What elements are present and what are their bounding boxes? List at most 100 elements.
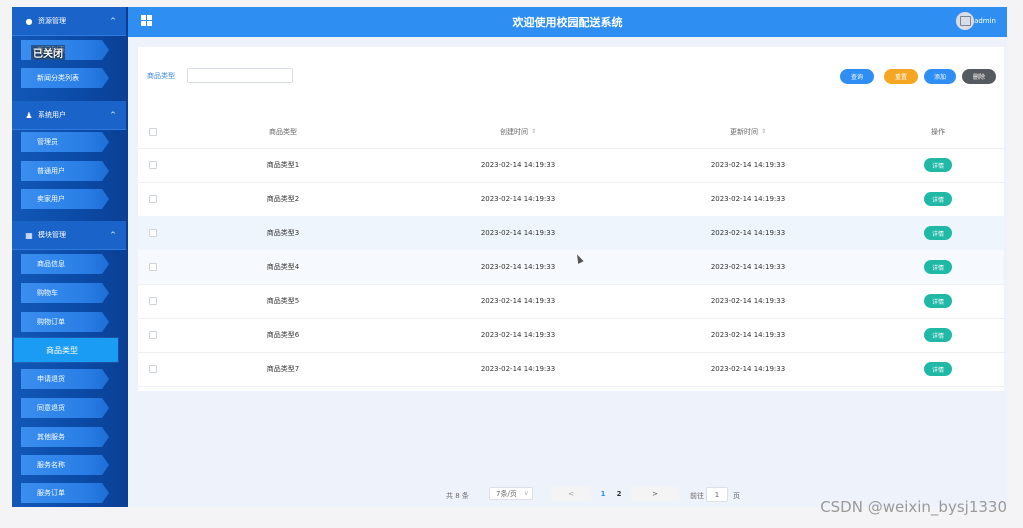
closed-tag: 已关闭 <box>31 45 65 60</box>
row-checkbox[interactable] <box>149 182 157 216</box>
search-button[interactable]: 查询 <box>840 69 874 84</box>
user-name[interactable]: admin <box>974 17 996 25</box>
app-window: ● 资源管理 ^ 新闻列表 已关闭 新闻分类列表 ♟ 系统用户 ^ 管理员 普通… <box>12 7 1007 507</box>
sidebar-group-label: 资源管理 <box>38 17 66 25</box>
sidebar-item-other-service[interactable]: 其他服务 <box>21 427 109 447</box>
cell-created: 2023-02-14 14:19:33 <box>480 365 556 373</box>
sidebar-group-modules[interactable]: ▦ 模块管理 ^ <box>12 221 126 250</box>
avatar[interactable] <box>956 12 974 30</box>
sidebar-item-admin[interactable]: 管理员 <box>21 132 109 152</box>
cell-updated: 2023-02-14 14:19:33 <box>710 195 786 203</box>
watermark: CSDN @weixin_bysj1330 <box>820 498 1007 516</box>
sidebar-item-refund-agree[interactable]: 同意退货 <box>21 398 109 418</box>
cell-type: 商品类型1 <box>266 161 300 169</box>
sidebar-item-product-info[interactable]: 商品信息 <box>21 254 109 274</box>
next-page-button[interactable]: > <box>631 487 679 501</box>
reset-button[interactable]: 重置 <box>884 69 918 84</box>
sidebar-item-news-category[interactable]: 新闻分类列表 <box>21 68 109 88</box>
row-checkbox[interactable] <box>149 148 157 182</box>
cell-created: 2023-02-14 14:19:33 <box>480 297 556 305</box>
table-row[interactable]: 商品类型7 2023-02-14 14:19:33 2023-02-14 14:19… <box>138 352 1004 387</box>
cell-created: 2023-02-14 14:19:33 <box>480 195 556 203</box>
prev-page-button[interactable]: < <box>551 487 591 501</box>
detail-button[interactable]: 详情 <box>924 226 952 240</box>
cell-updated: 2023-02-14 14:19:33 <box>710 365 786 373</box>
cell-updated: 2023-02-14 14:19:33 <box>710 229 786 237</box>
sidebar-group-label: 系统用户 <box>38 111 66 119</box>
cell-updated: 2023-02-14 14:19:33 <box>710 263 786 271</box>
sidebar-item-merchant-user[interactable]: 卖家用户 <box>21 189 109 209</box>
chevron-up-icon: ^ <box>110 111 116 119</box>
goto-label: 前往 <box>690 492 704 500</box>
cell-type: 商品类型6 <box>266 331 300 339</box>
detail-button[interactable]: 详情 <box>924 158 952 172</box>
column-header-created[interactable]: 创建时间 ⇕ <box>458 115 578 148</box>
add-button[interactable]: 添加 <box>924 69 956 84</box>
image-icon <box>959 16 971 26</box>
sidebar-item-normal-user[interactable]: 普通用户 <box>21 161 109 181</box>
cell-ops: 详情 <box>898 182 978 216</box>
sort-icon[interactable]: ⇕ <box>761 128 766 135</box>
filter-bar: 商品类型 查询 重置 添加 删除 <box>138 47 1004 116</box>
sidebar-item-product-type[interactable]: 商品类型 <box>14 338 118 362</box>
column-header-updated[interactable]: 更新时间 ⇕ <box>688 115 808 148</box>
chevron-down-icon: v <box>524 490 528 497</box>
row-checkbox[interactable] <box>149 318 157 352</box>
app-title: 欢迎使用校园配送系统 <box>512 16 623 29</box>
cell-updated: 2023-02-14 14:19:33 <box>710 331 786 339</box>
page-number-1[interactable]: 1 <box>596 487 610 501</box>
table-row[interactable]: 商品类型5 2023-02-14 14:19:33 2023-02-14 14:19… <box>138 284 1004 319</box>
table-row[interactable]: 商品类型4 2023-02-14 14:19:33 2023-02-14 14:19… <box>138 250 1004 285</box>
grid-icon: ▦ <box>25 230 33 240</box>
row-checkbox[interactable] <box>149 352 157 386</box>
main-content: 商品类型 查询 重置 添加 删除 商品类型 创建时间 ⇕ 更新时间 ⇕ 操作 商品类… <box>128 37 1007 507</box>
cell-type: 商品类型2 <box>266 195 300 203</box>
sidebar-item-refund-apply[interactable]: 申请退货 <box>21 369 109 389</box>
row-checkbox[interactable] <box>149 250 157 284</box>
detail-button[interactable]: 详情 <box>924 260 952 274</box>
cell-type: 商品类型7 <box>266 365 300 373</box>
table-row[interactable]: 商品类型2 2023-02-14 14:19:33 2023-02-14 14:19… <box>138 182 1004 217</box>
sidebar-group-resources[interactable]: ● 资源管理 ^ <box>12 7 126 36</box>
cell-type: 商品类型5 <box>266 297 300 305</box>
cell-type: 商品类型4 <box>266 263 300 271</box>
cell-ops: 详情 <box>898 352 978 386</box>
sidebar-group-label: 模块管理 <box>38 231 66 239</box>
column-header-ops: 操作 <box>931 127 945 136</box>
filter-label: 商品类型 <box>147 72 175 80</box>
page-unit-label: 页 <box>733 492 740 500</box>
cell-created: 2023-02-14 14:19:33 <box>480 229 556 237</box>
total-count: 共 8 条 <box>446 492 469 500</box>
sidebar-item-service-order[interactable]: 服务订单 <box>21 483 109 503</box>
top-bar: 欢迎使用校园配送系统 admin <box>128 7 1007 37</box>
page-size-select[interactable]: 7条/页 v <box>489 487 533 500</box>
sidebar-group-users[interactable]: ♟ 系统用户 ^ <box>12 101 126 130</box>
detail-button[interactable]: 详情 <box>924 192 952 206</box>
table-row[interactable]: 商品类型1 2023-02-14 14:19:33 2023-02-14 14:19… <box>138 148 1004 183</box>
cell-ops: 详情 <box>898 148 978 182</box>
sidebar-item-service-name[interactable]: 服务名称 <box>21 455 109 475</box>
table-row[interactable]: 商品类型3 2023-02-14 14:19:33 2023-02-14 14:19… <box>138 216 1004 251</box>
sidebar: ● 资源管理 ^ 新闻列表 已关闭 新闻分类列表 ♟ 系统用户 ^ 管理员 普通… <box>12 7 128 507</box>
table-row[interactable]: 商品类型6 2023-02-14 14:19:33 2023-02-14 14:19… <box>138 318 1004 353</box>
delete-button[interactable]: 删除 <box>962 69 996 84</box>
sort-icon[interactable]: ⇕ <box>531 128 536 135</box>
cell-updated: 2023-02-14 14:19:33 <box>710 161 786 169</box>
cell-created: 2023-02-14 14:19:33 <box>480 161 556 169</box>
product-type-input[interactable] <box>187 68 293 83</box>
column-header-type: 商品类型 <box>269 127 297 136</box>
sidebar-item-order[interactable]: 购物订单 <box>21 312 109 332</box>
sidebar-item-cart[interactable]: 购物车 <box>21 283 109 303</box>
detail-button[interactable]: 详情 <box>924 328 952 342</box>
detail-button[interactable]: 详情 <box>924 362 952 376</box>
detail-button[interactable]: 详情 <box>924 294 952 308</box>
page-number-2[interactable]: 2 <box>612 487 626 501</box>
location-pin-icon: ● <box>25 16 33 26</box>
cell-ops: 详情 <box>898 318 978 352</box>
row-checkbox[interactable] <box>149 216 157 250</box>
cell-ops: 详情 <box>898 284 978 318</box>
cell-updated: 2023-02-14 14:19:33 <box>710 297 786 305</box>
select-all-checkbox[interactable] <box>149 115 157 148</box>
goto-page-input[interactable]: 1 <box>706 487 728 502</box>
row-checkbox[interactable] <box>149 284 157 318</box>
